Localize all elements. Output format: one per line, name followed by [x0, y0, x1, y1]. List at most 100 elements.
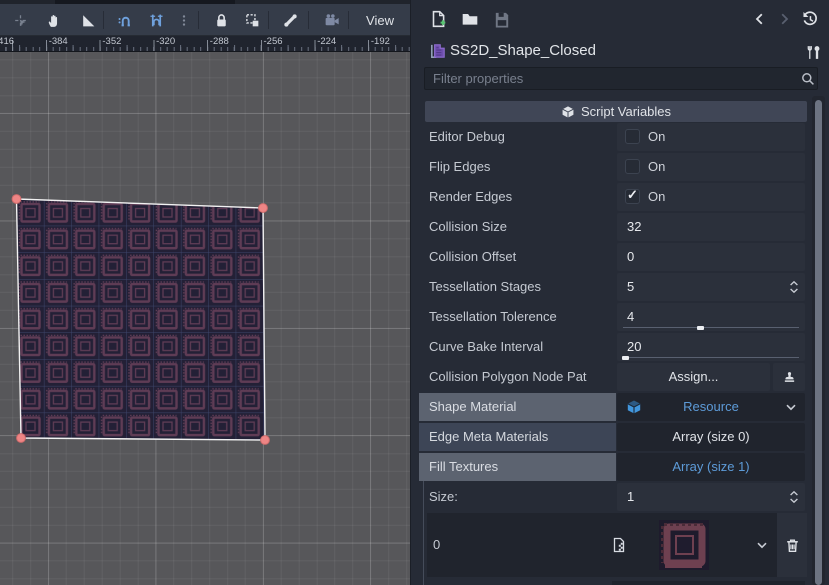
search-icon: [800, 71, 816, 87]
render-edges-checkbox[interactable]: ✓: [625, 189, 640, 204]
ruler-label: -224: [317, 36, 336, 47]
camera-preview-icon[interactable]: [320, 8, 344, 32]
ruler-tool-icon[interactable]: [76, 8, 100, 32]
new-resource-icon[interactable]: [427, 8, 449, 30]
array-size-field[interactable]: 1: [617, 483, 805, 511]
pan-tool-icon[interactable]: [42, 8, 66, 32]
history-forward-icon[interactable]: [773, 8, 795, 30]
spinner-updown-icon[interactable]: [788, 279, 800, 295]
property-row-edge-meta-materials: Edge Meta Materials Array (size 0): [419, 423, 829, 451]
slider-track[interactable]: [623, 357, 799, 358]
shape-layer: [0, 52, 410, 585]
field-value: 1: [627, 483, 634, 511]
flip-edges-checkbox[interactable]: [625, 159, 640, 174]
resource-label: Resource: [617, 393, 805, 421]
grid-snap-icon[interactable]: [144, 8, 168, 32]
property-label: Collision Polygon Node Pat: [429, 363, 587, 391]
ruler-label: -320: [156, 36, 175, 47]
save-resource-icon[interactable]: [491, 8, 513, 30]
bone-icon[interactable]: [278, 8, 302, 32]
section-script-variables[interactable]: Script Variables: [425, 101, 807, 122]
toolbar-separator: [348, 11, 349, 29]
shape-handle-bottom-right[interactable]: [261, 436, 270, 445]
closed-shape-polygon[interactable]: [17, 199, 266, 440]
fill-texture-preview[interactable]: [654, 517, 710, 573]
property-row-shape-material: Shape Material Resource: [419, 393, 829, 421]
view-menu-button[interactable]: View: [356, 8, 404, 32]
tessellation-stages-field[interactable]: 5: [617, 273, 805, 301]
next-row-partial: [612, 581, 805, 585]
property-row-collision-size: Collision Size 32: [419, 213, 829, 241]
array-item-index: 0: [433, 513, 440, 577]
slider-track[interactable]: [623, 327, 799, 328]
edit-texture-icon[interactable]: [611, 537, 627, 553]
collision-size-field[interactable]: 32: [617, 213, 805, 241]
panel-divider[interactable]: [410, 0, 419, 585]
canvas-toolbar: View: [0, 4, 410, 36]
property-label: Size:: [429, 483, 458, 511]
toolbar-separator: [198, 11, 199, 29]
chevron-down-icon[interactable]: [783, 399, 799, 415]
shape-handle-top-right[interactable]: [259, 204, 268, 213]
property-row-render-edges: Render Edges ✓ On: [419, 183, 829, 211]
fill-textures-array[interactable]: Array (size 1): [617, 453, 805, 481]
ruler-label: -288: [210, 36, 229, 47]
property-label: Shape Material: [429, 393, 516, 421]
ruler-label: -256: [264, 36, 283, 47]
property-row-curve-bake-interval: Curve Bake Interval 20: [419, 333, 829, 361]
property-label: Edge Meta Materials: [429, 423, 548, 451]
shape-handle-top-left[interactable]: [12, 195, 21, 204]
horizontal-ruler: -416-384-352-320-288-256-224-192: [0, 36, 410, 52]
ruler-label: -416: [0, 36, 14, 47]
property-label: Collision Size: [429, 213, 507, 241]
load-resource-icon[interactable]: [459, 8, 481, 30]
node-picker-button[interactable]: [773, 363, 805, 391]
assign-button[interactable]: Assign...: [617, 363, 770, 391]
toolbar-separator: [308, 11, 309, 29]
property-label: Collision Offset: [429, 243, 516, 271]
ruler-label: -192: [371, 36, 390, 47]
inspector-scrollbar-thumb[interactable]: [815, 100, 822, 585]
field-value: 0: [627, 243, 634, 271]
slider-grabber[interactable]: [697, 326, 704, 330]
filter-properties-input[interactable]: [424, 67, 818, 90]
property-row-fill-textures: Fill Textures Array (size 1): [419, 453, 829, 481]
chevron-down-icon[interactable]: [754, 537, 770, 553]
canvas-viewport[interactable]: [0, 52, 410, 585]
array-size-row: Size: 1: [419, 483, 829, 511]
history-back-icon[interactable]: [749, 8, 771, 30]
property-row-editor-debug: Editor Debug On: [419, 123, 829, 151]
property-label: Render Edges: [429, 183, 512, 211]
group-selection-icon[interactable]: [240, 8, 264, 32]
smart-snap-icon[interactable]: [113, 8, 137, 32]
property-label: Tessellation Tolerence: [429, 303, 557, 331]
array-label: Array (size 0): [617, 423, 805, 451]
select-tool-icon[interactable]: [8, 8, 32, 32]
edge-meta-materials-array[interactable]: Array (size 0): [617, 423, 805, 451]
editor-debug-checkbox[interactable]: [625, 129, 640, 144]
checkbox-label: On: [648, 123, 665, 151]
property-label: Flip Edges: [429, 153, 490, 181]
curve-bake-interval-field[interactable]: 20: [617, 333, 805, 361]
property-row-tessellation-stages: Tessellation Stages 5: [419, 273, 829, 301]
property-row-collision-offset: Collision Offset 0: [419, 243, 829, 271]
trash-icon: [784, 537, 801, 554]
spinner-updown-icon[interactable]: [788, 489, 800, 505]
checkbox-label: On: [648, 153, 665, 181]
object-tools-icon[interactable]: [802, 41, 824, 63]
edit-history-icon[interactable]: [799, 8, 821, 30]
shape-handle-bottom-left[interactable]: [17, 434, 26, 443]
slider-grabber[interactable]: [622, 356, 629, 360]
delete-item-button[interactable]: [777, 513, 807, 577]
property-label: Editor Debug: [429, 123, 505, 151]
lock-icon[interactable]: [209, 8, 233, 32]
property-row-tessellation-tolerence: Tessellation Tolerence 4: [419, 303, 829, 331]
render-edges-value: ✓ On: [617, 183, 805, 211]
tessellation-tolerence-field[interactable]: 4: [617, 303, 805, 331]
shape-material-resource[interactable]: Resource: [617, 393, 805, 421]
flip-edges-value: On: [617, 153, 805, 181]
toolbar-separator: [103, 11, 104, 29]
snap-options-menu-icon[interactable]: [172, 8, 196, 32]
editor-debug-value: On: [617, 123, 805, 151]
collision-offset-field[interactable]: 0: [617, 243, 805, 271]
